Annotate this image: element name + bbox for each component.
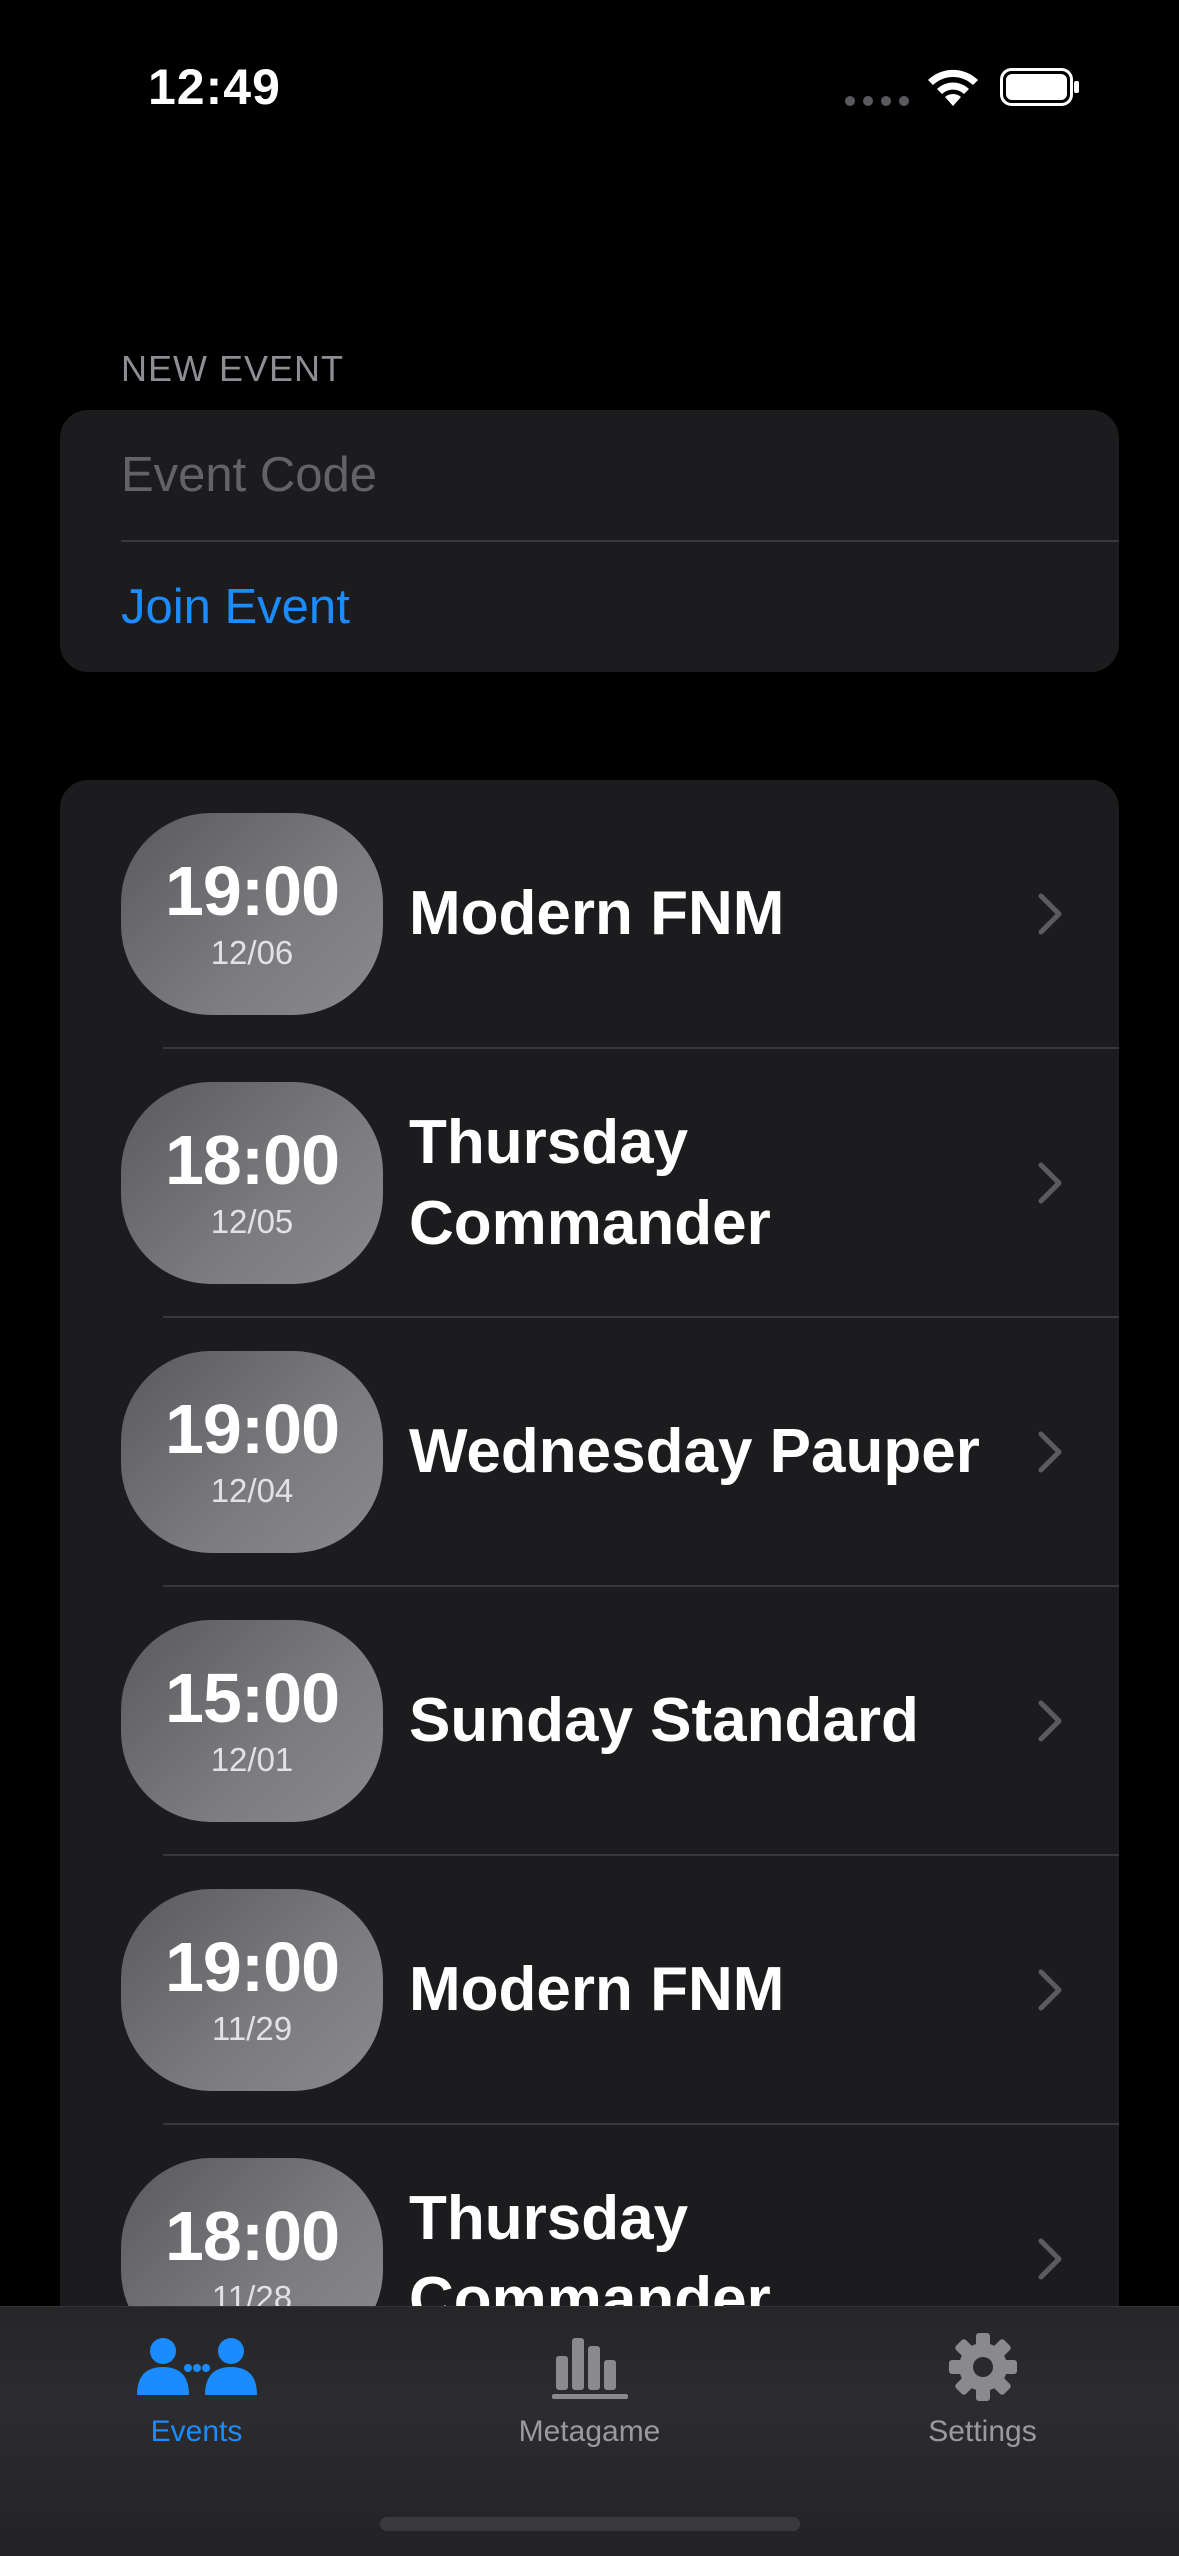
event-row[interactable]: 19:00 12/04 Wednesday Pauper — [60, 1318, 1119, 1587]
event-time: 18:00 — [164, 1121, 340, 1199]
chevron-right-icon — [1038, 1431, 1062, 1473]
event-time: 15:00 — [164, 1659, 340, 1737]
event-title: Wednesday Pauper — [409, 1417, 980, 1487]
status-time: 12:49 — [148, 59, 281, 115]
gear-icon — [948, 2331, 1018, 2403]
event-row[interactable]: 19:00 11/29 Modern FNM — [60, 1856, 1119, 2125]
event-code-input[interactable] — [121, 410, 1119, 540]
tab-label: Metagame — [518, 2415, 661, 2448]
event-time-badge: 18:00 12/05 — [121, 1082, 383, 1284]
tab-events[interactable]: Events — [0, 2307, 393, 2487]
event-time: 19:00 — [164, 1390, 340, 1468]
event-date: 12/06 — [210, 934, 294, 971]
tab-label: Settings — [928, 2415, 1037, 2448]
event-time-badge: 19:00 11/29 — [121, 1889, 383, 2091]
event-row[interactable]: 15:00 12/01 Sunday Standard — [60, 1587, 1119, 1856]
event-title: Thursday Commander — [409, 1107, 771, 1258]
home-indicator — [380, 2517, 800, 2531]
event-date: 12/01 — [210, 1741, 294, 1778]
event-title: Sunday Standard — [409, 1686, 919, 1756]
event-time-badge: 19:00 12/06 — [121, 813, 383, 1015]
event-row[interactable]: 18:00 12/05 Thursday Commander — [60, 1049, 1119, 1318]
wifi-icon — [928, 69, 978, 106]
event-row[interactable]: 19:00 12/06 Modern FNM — [60, 780, 1119, 1049]
people-icon — [135, 2331, 259, 2403]
event-time: 18:00 — [164, 2197, 340, 2275]
tab-settings[interactable]: Settings — [786, 2307, 1179, 2487]
event-date: 12/05 — [210, 1203, 294, 1240]
battery-icon — [1000, 68, 1079, 106]
event-date: 11/29 — [211, 2010, 293, 2047]
bar-chart-icon — [551, 2331, 628, 2403]
event-time: 19:00 — [164, 1928, 340, 2006]
status-bar: 12:49 — [0, 0, 1179, 175]
event-date: 12/04 — [210, 1472, 294, 1509]
events-list: 19:00 12/06 Modern FNM 18:00 12/05 Thurs… — [60, 780, 1119, 2556]
event-time-badge: 19:00 12/04 — [121, 1351, 383, 1553]
cellular-signal-icon — [845, 96, 909, 106]
chevron-right-icon — [1038, 893, 1062, 935]
chevron-right-icon — [1038, 1162, 1062, 1204]
event-time-badge: 15:00 12/01 — [121, 1620, 383, 1822]
join-event-button[interactable]: Join Event — [121, 542, 1119, 672]
chevron-right-icon — [1038, 1700, 1062, 1742]
tab-metagame[interactable]: Metagame — [393, 2307, 786, 2487]
chevron-right-icon — [1038, 2238, 1062, 2280]
chevron-right-icon — [1038, 1969, 1062, 2011]
tab-label: Events — [150, 2415, 243, 2448]
new-event-section-title: NEW EVENT — [121, 348, 345, 389]
event-title: Modern FNM — [409, 1955, 785, 2025]
event-title: Modern FNM — [409, 879, 785, 949]
new-event-card: Join Event — [60, 410, 1119, 672]
event-time: 19:00 — [164, 852, 340, 930]
